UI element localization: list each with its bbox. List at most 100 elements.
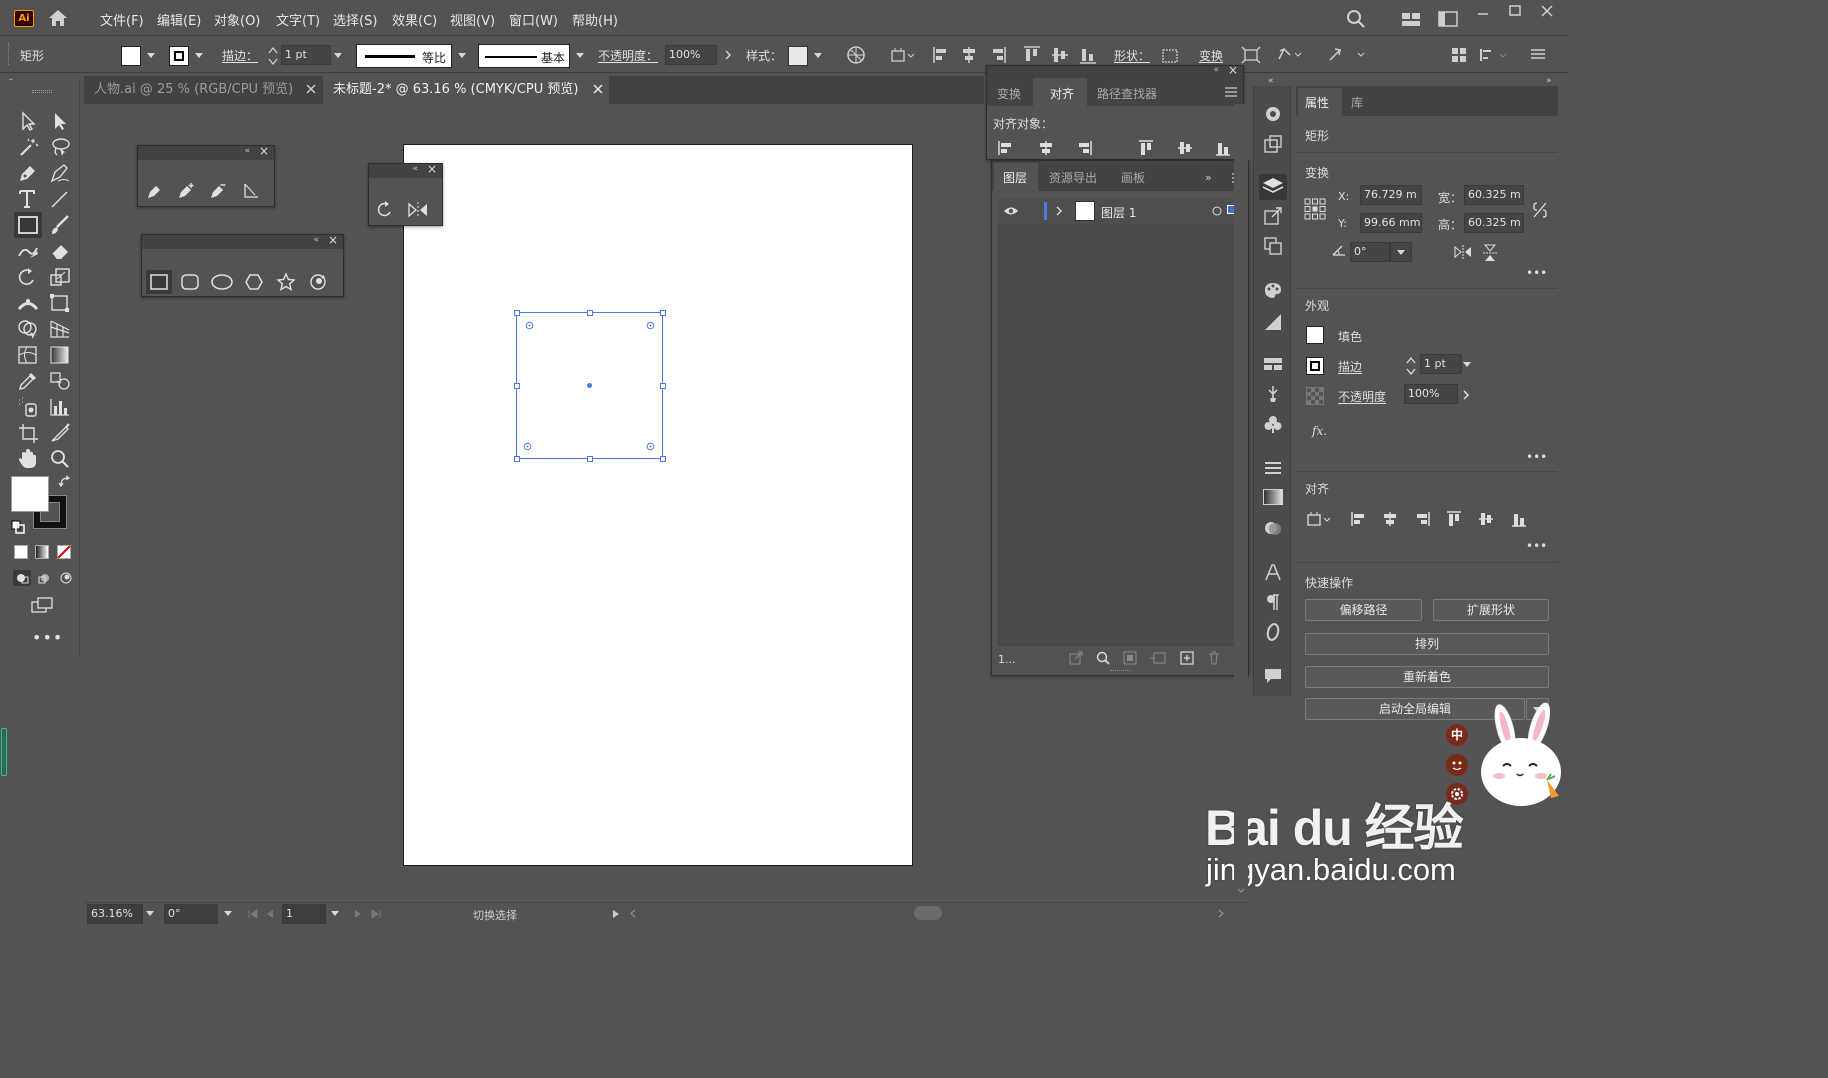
tab-transform[interactable]: 变换 — [997, 85, 1021, 102]
draw-behind-icon[interactable] — [36, 570, 52, 586]
draw-inside-icon[interactable] — [58, 570, 74, 586]
brush-definition[interactable]: 基本 — [478, 44, 570, 68]
rectangle-tool-icon[interactable] — [14, 212, 42, 238]
align-left-icon[interactable] — [997, 139, 1015, 157]
add-anchor-point-icon[interactable] — [176, 182, 196, 200]
arrange-button[interactable]: 排列 — [1305, 633, 1549, 655]
screen-mode-icon[interactable] — [30, 596, 56, 614]
align-right-icon[interactable] — [1413, 510, 1431, 528]
new-sublayer-icon[interactable] — [1149, 651, 1167, 665]
shaper-tool-icon[interactable] — [16, 240, 42, 262]
selection-tool-icon[interactable] — [16, 110, 42, 132]
slice-tool-icon[interactable] — [48, 422, 74, 444]
stroke-label[interactable]: 描边 — [1338, 358, 1362, 375]
align-horizontal-center-icon[interactable] — [1381, 510, 1399, 528]
close-icon[interactable] — [1540, 4, 1554, 18]
tab-properties[interactable]: 属性 — [1305, 94, 1329, 111]
arrange-documents-icon[interactable] — [1438, 11, 1458, 27]
flare-tool-icon[interactable] — [308, 272, 328, 292]
control-bar-grip[interactable] — [8, 43, 10, 65]
ime-indicator[interactable]: 中 — [1446, 724, 1468, 746]
direct-selection-tool-icon[interactable] — [48, 110, 74, 132]
dock-collapse-icon[interactable]: « — [1268, 76, 1274, 86]
align-bottom-icon[interactable] — [1078, 45, 1098, 65]
delete-anchor-point-icon[interactable] — [208, 182, 228, 200]
zoom-tool-icon[interactable] — [48, 448, 74, 470]
locate-object-icon[interactable] — [1096, 651, 1110, 665]
draw-normal-icon[interactable] — [13, 570, 31, 586]
ime-emoji-icon[interactable] — [1446, 754, 1468, 776]
chevron-left-icon[interactable] — [630, 909, 636, 918]
chevron-down-icon[interactable] — [224, 911, 232, 916]
swatches-icon[interactable] — [1263, 356, 1283, 372]
eraser-tool-icon[interactable] — [48, 240, 74, 262]
lasso-tool-icon[interactable] — [48, 136, 74, 158]
brushes-icon[interactable] — [1263, 384, 1283, 404]
default-fill-stroke-icon[interactable] — [11, 520, 25, 534]
close-icon[interactable] — [593, 84, 603, 94]
more-options-icon[interactable]: ••• — [1526, 266, 1547, 280]
polygon-tool-icon[interactable] — [244, 272, 264, 292]
transform-handle[interactable] — [514, 456, 520, 462]
align-bottom-icon[interactable] — [1214, 139, 1232, 157]
artboard-tool-icon[interactable] — [16, 422, 42, 444]
opentype-icon[interactable] — [1263, 622, 1283, 642]
angle-dropdown[interactable] — [1390, 242, 1412, 262]
color-palette-icon[interactable] — [1263, 280, 1283, 300]
recolor-artwork-icon[interactable] — [846, 45, 866, 65]
chevron-down-icon[interactable] — [1237, 888, 1245, 894]
paintbrush-tool-icon[interactable] — [48, 214, 74, 236]
corner-widget[interactable] — [646, 321, 655, 330]
gradient-panel-icon[interactable] — [1263, 312, 1283, 332]
collect-export-icon[interactable] — [1069, 651, 1083, 665]
align-right-icon[interactable] — [989, 45, 1007, 65]
anchor-point-tool-icon[interactable] — [242, 182, 260, 200]
chevron-right-icon[interactable] — [724, 50, 732, 60]
chevron-down-icon[interactable] — [147, 53, 155, 58]
eyedropper-tool-icon[interactable] — [16, 370, 42, 392]
opacity-field[interactable]: 100% — [665, 45, 717, 65]
menu-view[interactable]: 视图(V) — [450, 10, 495, 29]
layers-icon[interactable] — [1259, 174, 1287, 200]
flip-vertical-icon[interactable] — [1482, 244, 1498, 262]
selected-rectangle[interactable] — [514, 310, 666, 462]
menu-effect[interactable]: 效果(C) — [392, 10, 437, 29]
zoom-field[interactable]: 63.16% — [87, 904, 143, 924]
panel-menu-icon[interactable] — [1225, 87, 1237, 97]
chevron-right-icon[interactable] — [1055, 206, 1063, 216]
chevron-down-icon[interactable] — [458, 53, 466, 58]
chevron-down-icon[interactable] — [576, 53, 584, 58]
symbols-icon[interactable] — [1263, 414, 1283, 434]
tab-align[interactable]: 对齐 — [1050, 85, 1074, 102]
paragraph-icon[interactable] — [1263, 592, 1283, 612]
menu-edit[interactable]: 编辑(E) — [157, 10, 201, 29]
last-artboard-icon[interactable] — [371, 909, 381, 919]
expand-tabs-icon[interactable]: » — [1205, 171, 1212, 184]
menu-type[interactable]: 文字(T) — [276, 10, 320, 29]
expand-shape-button[interactable]: 扩展形状 — [1433, 599, 1549, 621]
tab-libraries[interactable]: 库 — [1351, 94, 1363, 111]
align-top-icon[interactable] — [1137, 139, 1155, 157]
tab-asset-export[interactable]: 资源导出 — [1049, 169, 1097, 186]
chevron-down-icon[interactable] — [146, 911, 154, 916]
panel-resize-grip[interactable] — [1110, 670, 1130, 673]
opacity-checker-icon[interactable] — [1306, 387, 1324, 405]
tab-layers[interactable]: 图层 — [1003, 169, 1027, 186]
variable-width-profile[interactable]: 等比 — [356, 44, 452, 68]
delete-layer-icon[interactable] — [1207, 651, 1221, 665]
align-bottom-icon[interactable] — [1510, 510, 1528, 528]
transform-handle[interactable] — [660, 383, 666, 389]
offset-path-button[interactable]: 偏移路径 — [1305, 599, 1422, 621]
line-segment-tool-icon[interactable] — [48, 188, 74, 210]
transform-handle[interactable] — [660, 310, 666, 316]
maximize-icon[interactable] — [1508, 4, 1522, 18]
transform-handle[interactable] — [587, 456, 593, 462]
new-layer-icon[interactable] — [1180, 651, 1194, 665]
next-artboard-icon[interactable] — [354, 909, 362, 919]
hand-tool-icon[interactable] — [16, 448, 42, 470]
stroke-swatch[interactable] — [169, 46, 189, 66]
clipping-mask-icon[interactable] — [1123, 651, 1137, 665]
gradient-tool-icon[interactable] — [48, 344, 74, 366]
chevron-down-icon[interactable] — [1463, 362, 1471, 367]
first-artboard-icon[interactable] — [248, 909, 258, 919]
